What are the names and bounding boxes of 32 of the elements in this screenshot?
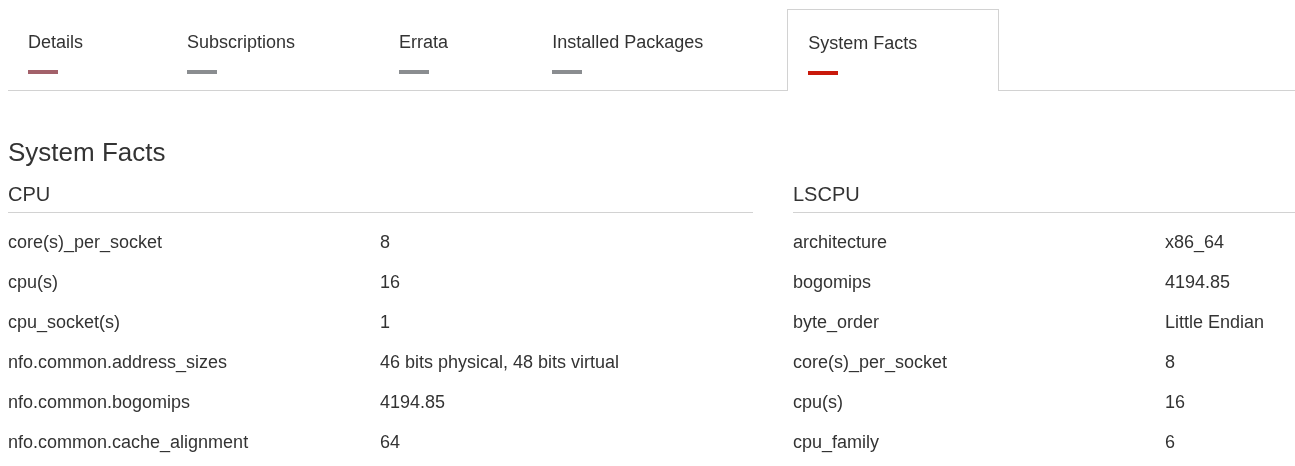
fact-name: byte_order (793, 310, 881, 335)
fact-name: architecture (793, 230, 889, 254)
section-heading: LSCPU (793, 180, 1295, 213)
fact-value: 8 (380, 230, 390, 254)
fact-value: 4194.85 (1165, 270, 1231, 294)
fact-name: bogomips (793, 270, 873, 294)
fact-value: 8 (1165, 350, 1175, 374)
fact-value: Little Endian (1165, 310, 1265, 334)
fact-value: 6 (1165, 430, 1175, 454)
fact-name: nfo.common.address_sizes (8, 350, 229, 375)
fact-name: nfo.common.bogomips (8, 390, 192, 414)
fact-name: cpu(s) (8, 270, 59, 294)
fact-value: 4194.85 (380, 390, 446, 414)
tab[interactable]: System Facts (787, 9, 1000, 91)
fact-value: 46 bits physical, 48 bits virtual (380, 350, 620, 374)
fact-value: 16 (380, 270, 401, 294)
fact-name: core(s)_per_socket (8, 230, 164, 255)
tab[interactable]: Installed Packages (532, 9, 724, 90)
tab[interactable]: Details (8, 9, 104, 90)
tab[interactable]: Subscriptions (167, 9, 316, 90)
fact-name: cpu_socket(s) (8, 310, 122, 335)
fact-name: core(s)_per_socket (793, 350, 949, 375)
fact-value: 16 (1165, 390, 1186, 414)
fact-value: 64 (380, 430, 401, 454)
fact-name: nfo.common.cache_alignment (8, 430, 250, 455)
tab[interactable]: Errata (379, 9, 469, 90)
fact-name: cpu(s) (793, 390, 844, 414)
fact-name: cpu_family (793, 430, 881, 455)
fact-value: 1 (380, 310, 390, 334)
page-title: System Facts (8, 136, 167, 168)
section-heading: CPU (8, 180, 753, 213)
fact-value: x86_64 (1165, 230, 1225, 255)
